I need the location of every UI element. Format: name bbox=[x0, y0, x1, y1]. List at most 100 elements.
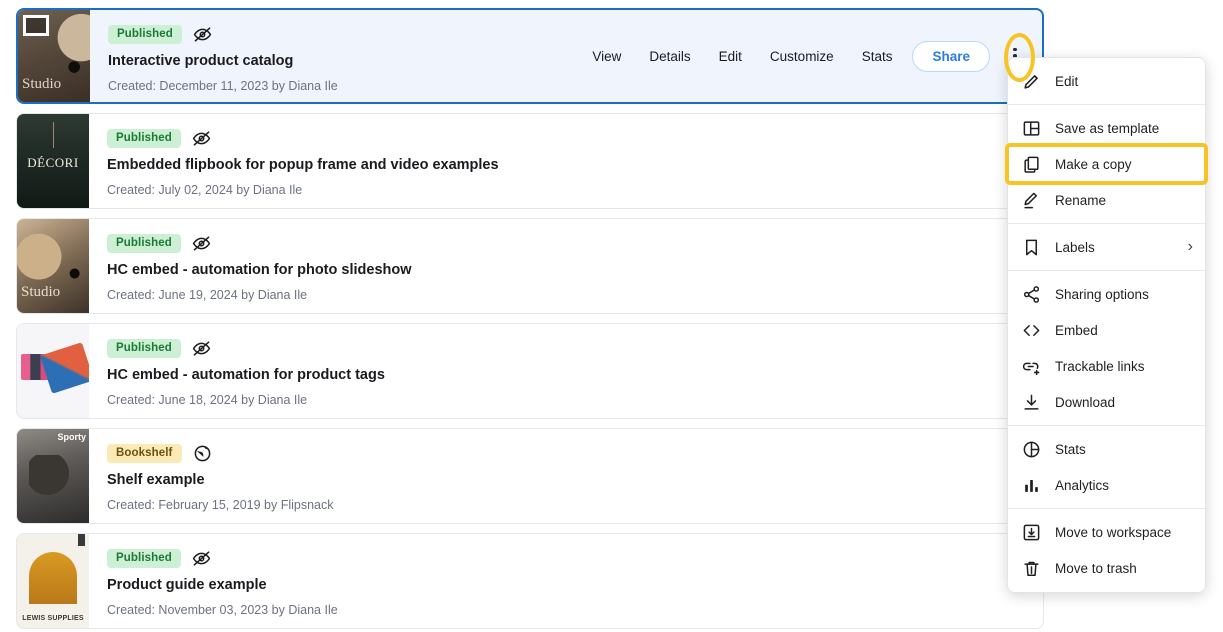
thumbnail-artwork bbox=[17, 114, 89, 208]
code-brackets-icon bbox=[1022, 321, 1041, 340]
item-thumbnail[interactable] bbox=[17, 219, 89, 313]
status-badge: Published bbox=[108, 25, 182, 44]
item-created-info: Created: July 02, 2024 by Diana Ile bbox=[107, 183, 1027, 197]
bookmark-icon bbox=[1022, 238, 1041, 257]
action-stats-button[interactable]: Stats bbox=[848, 42, 907, 71]
item-meta-line: Published bbox=[108, 24, 562, 44]
page-root: Published Interactive product catalog Crea… bbox=[0, 0, 1223, 632]
menu-item-label: Download bbox=[1055, 395, 1193, 410]
item-details: Bookshelf Shelf example Created: February … bbox=[89, 429, 1043, 523]
menu-item-trackable-links[interactable]: Trackable links bbox=[1008, 348, 1205, 384]
menu-item-label: Save as template bbox=[1055, 121, 1193, 136]
status-badge: Published bbox=[107, 339, 181, 358]
item-title[interactable]: Shelf example bbox=[107, 472, 1027, 488]
menu-item-rename[interactable]: Rename bbox=[1008, 182, 1205, 218]
status-badge: Published bbox=[107, 549, 181, 568]
item-meta-line: Bookshelf bbox=[107, 443, 1027, 463]
context-menu[interactable]: Edit Save as template Make a copy Rename Lab… bbox=[1007, 57, 1206, 593]
item-thumbnail[interactable] bbox=[17, 429, 89, 523]
action-details-button[interactable]: Details bbox=[635, 42, 704, 71]
menu-item-labels[interactable]: Labels› bbox=[1008, 229, 1205, 265]
menu-separator bbox=[1008, 425, 1205, 426]
item-thumbnail[interactable] bbox=[17, 534, 89, 628]
item-meta-line: Published bbox=[107, 128, 1027, 148]
pie-chart-icon bbox=[1022, 440, 1041, 459]
menu-item-sharing-options[interactable]: Sharing options bbox=[1008, 276, 1205, 312]
share-nodes-icon bbox=[1022, 285, 1041, 304]
thumbnail-selection-marker bbox=[23, 15, 49, 36]
list-item[interactable]: Published Embedded flipbook for popup fra… bbox=[16, 113, 1044, 209]
item-details: Published Interactive product catalog Crea… bbox=[90, 10, 578, 102]
item-details: Published HC embed - automation for photo… bbox=[89, 219, 1043, 313]
download-icon bbox=[1022, 393, 1041, 412]
bar-chart-icon bbox=[1022, 476, 1041, 495]
menu-item-embed[interactable]: Embed bbox=[1008, 312, 1205, 348]
menu-separator bbox=[1008, 508, 1205, 509]
menu-item-label: Edit bbox=[1055, 74, 1193, 89]
menu-separator bbox=[1008, 104, 1205, 105]
item-created-info: Created: November 03, 2023 by Diana Ile bbox=[107, 603, 1027, 617]
list-item[interactable]: Bookshelf Shelf example Created: February … bbox=[16, 428, 1044, 524]
menu-item-move-to-trash[interactable]: Move to trash bbox=[1008, 550, 1205, 586]
thumbnail-artwork bbox=[17, 324, 89, 418]
share-button[interactable]: Share bbox=[912, 41, 990, 72]
thumbnail-corner-tab bbox=[78, 534, 85, 546]
list-item[interactable]: Published Product guide example Created: N… bbox=[16, 533, 1044, 629]
menu-item-save-as-template[interactable]: Save as template bbox=[1008, 110, 1205, 146]
menu-item-analytics[interactable]: Analytics bbox=[1008, 467, 1205, 503]
action-edit-button[interactable]: Edit bbox=[705, 42, 756, 71]
menu-item-label: Sharing options bbox=[1055, 287, 1193, 302]
item-created-info: Created: December 11, 2023 by Diana Ile bbox=[108, 79, 562, 93]
menu-item-stats[interactable]: Stats bbox=[1008, 431, 1205, 467]
status-badge: Bookshelf bbox=[107, 444, 182, 463]
item-title[interactable]: HC embed - automation for product tags bbox=[107, 367, 1027, 383]
item-meta-line: Published bbox=[107, 548, 1027, 568]
item-title[interactable]: HC embed - automation for photo slidesho… bbox=[107, 262, 1027, 278]
menu-item-label: Move to trash bbox=[1055, 561, 1193, 576]
item-details: Published Product guide example Created: N… bbox=[89, 534, 1043, 628]
menu-separator bbox=[1008, 270, 1205, 271]
thumbnail-artwork bbox=[17, 219, 89, 313]
item-thumbnail[interactable] bbox=[17, 324, 89, 418]
thumbnail-artwork bbox=[17, 429, 89, 523]
template-layout-icon bbox=[1022, 119, 1041, 138]
globe-icon bbox=[193, 444, 212, 463]
pencil-icon bbox=[1022, 72, 1041, 91]
item-thumbnail[interactable] bbox=[18, 10, 90, 102]
action-customize-button[interactable]: Customize bbox=[756, 42, 848, 71]
item-created-info: Created: June 19, 2024 by Diana Ile bbox=[107, 288, 1027, 302]
menu-item-label: Analytics bbox=[1055, 478, 1193, 493]
item-title[interactable]: Product guide example bbox=[107, 577, 1027, 593]
eye-off-icon bbox=[192, 339, 211, 358]
item-details: Published HC embed - automation for produ… bbox=[89, 324, 1043, 418]
chevron-right-icon: › bbox=[1188, 238, 1193, 256]
item-title[interactable]: Interactive product catalog bbox=[108, 53, 562, 69]
status-badge: Published bbox=[107, 234, 181, 253]
item-details: Published Embedded flipbook for popup fra… bbox=[89, 114, 1043, 208]
flipbook-list: Published Interactive product catalog Crea… bbox=[16, 8, 1044, 632]
list-item[interactable]: Published Interactive product catalog Crea… bbox=[16, 8, 1044, 104]
eye-off-icon bbox=[192, 234, 211, 253]
copy-icon bbox=[1022, 155, 1041, 174]
link-plus-icon bbox=[1022, 357, 1041, 376]
menu-item-edit[interactable]: Edit bbox=[1008, 63, 1205, 99]
item-title[interactable]: Embedded flipbook for popup frame and vi… bbox=[107, 157, 1027, 173]
eye-off-icon bbox=[193, 25, 212, 44]
action-view-button[interactable]: View bbox=[578, 42, 635, 71]
eye-off-icon bbox=[192, 549, 211, 568]
menu-item-label: Move to workspace bbox=[1055, 525, 1193, 540]
menu-item-make-a-copy[interactable]: Make a copy bbox=[1008, 146, 1205, 182]
menu-item-move-to-workspace[interactable]: Move to workspace bbox=[1008, 514, 1205, 550]
list-item[interactable]: Published HC embed - automation for produ… bbox=[16, 323, 1044, 419]
menu-item-download[interactable]: Download bbox=[1008, 384, 1205, 420]
menu-item-label: Make a copy bbox=[1055, 157, 1193, 172]
item-thumbnail[interactable] bbox=[17, 114, 89, 208]
item-meta-line: Published bbox=[107, 233, 1027, 253]
item-meta-line: Published bbox=[107, 338, 1027, 358]
trash-icon bbox=[1022, 559, 1041, 578]
row-action-bar: ViewDetailsEditCustomizeStatsShare bbox=[578, 10, 1042, 102]
menu-item-label: Stats bbox=[1055, 442, 1193, 457]
item-created-info: Created: February 15, 2019 by Flipsnack bbox=[107, 498, 1027, 512]
status-badge: Published bbox=[107, 129, 181, 148]
list-item[interactable]: Published HC embed - automation for photo… bbox=[16, 218, 1044, 314]
